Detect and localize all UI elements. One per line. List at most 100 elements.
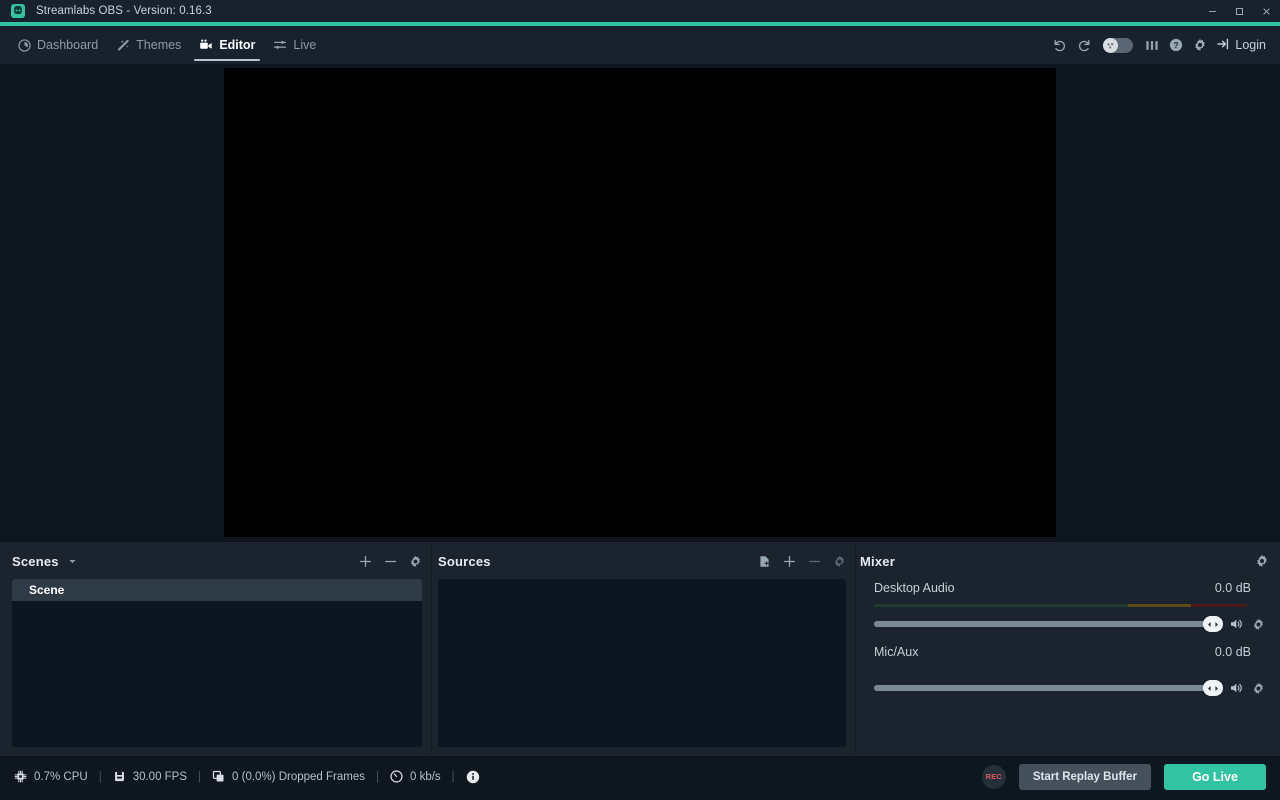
scenes-header: Scenes (12, 550, 422, 572)
status-actions: REC Start Replay Buffer Go Live (982, 764, 1266, 790)
channel-settings-icon[interactable] (1247, 618, 1269, 631)
svg-text:?: ? (1174, 40, 1179, 50)
disk-icon (113, 770, 126, 783)
maximize-icon[interactable] (1226, 0, 1253, 22)
add-scene-button[interactable] (359, 555, 372, 568)
sources-list[interactable] (438, 579, 846, 747)
mixer-header: Mixer (860, 550, 1269, 572)
nav-tab-themes[interactable]: Themes (107, 26, 190, 64)
avatar-toggle[interactable] (1103, 38, 1133, 53)
chevron-left-icon (1207, 685, 1212, 692)
mixer-channel-controls (874, 681, 1269, 695)
scenes-title: Scenes (12, 554, 59, 569)
dashboard-icon (18, 39, 31, 52)
scene-name: Scene (29, 583, 64, 597)
remove-scene-button[interactable] (384, 555, 397, 568)
add-source-button[interactable] (783, 555, 796, 568)
chevron-left-icon (1207, 621, 1212, 628)
login-button[interactable]: Login (1212, 26, 1272, 64)
volume-slider[interactable] (874, 621, 1219, 627)
mixer-channel-desktop-audio: Desktop Audio 0.0 dB (874, 581, 1269, 631)
nav-tab-live[interactable]: Live (264, 26, 325, 64)
redo-icon[interactable] (1072, 26, 1096, 64)
info-stat[interactable] (466, 770, 480, 784)
bitrate-stat: 0 kb/s (390, 770, 441, 783)
golive-label: Go Live (1192, 770, 1238, 784)
mixer-settings-button[interactable] (1255, 554, 1269, 568)
start-replay-buffer-button[interactable]: Start Replay Buffer (1019, 764, 1151, 790)
cpu-value: 0.7% CPU (34, 771, 88, 783)
undo-icon[interactable] (1048, 26, 1072, 64)
source-settings-button[interactable] (833, 555, 846, 568)
mixer-channel-header: Desktop Audio 0.0 dB (874, 581, 1269, 595)
bitrate-value: 0 kb/s (410, 771, 441, 783)
list-item[interactable]: Scene (12, 579, 422, 601)
preview-area (0, 64, 1280, 541)
record-button[interactable]: REC (982, 765, 1006, 789)
nav-tab-label: Dashboard (37, 38, 98, 52)
streamlabs-logo-icon (11, 4, 25, 18)
nav-tab-label: Themes (136, 38, 181, 52)
chevron-down-icon[interactable] (68, 557, 77, 566)
cpu-chip-icon (14, 770, 27, 783)
magic-wand-icon (116, 38, 130, 52)
minimize-icon[interactable] (1199, 0, 1226, 22)
stream-preview[interactable] (224, 68, 1056, 537)
video-camera-icon (199, 38, 213, 52)
avatar (1103, 38, 1118, 53)
fps-stat: 30.00 FPS (113, 770, 187, 783)
separator: | (376, 771, 379, 783)
speaker-icon[interactable] (1225, 681, 1247, 695)
nav-actions: ? Login (1048, 26, 1280, 64)
scenes-list[interactable]: Scene (12, 579, 422, 747)
chevron-right-icon (1214, 621, 1219, 628)
layout-columns-icon[interactable] (1140, 26, 1164, 64)
fps-value: 30.00 FPS (133, 771, 187, 783)
separator: | (99, 771, 102, 783)
mixer-channel-mic-aux: Mic/Aux 0.0 dB (874, 645, 1269, 695)
copy-frames-icon (212, 770, 225, 783)
gear-icon[interactable] (1188, 26, 1212, 64)
login-arrow-icon (1216, 37, 1230, 54)
scenes-panel: Scenes Scene (0, 542, 431, 756)
sources-tools (758, 555, 846, 568)
speaker-icon[interactable] (1225, 617, 1247, 631)
top-navigation-bar: Dashboard Themes (0, 26, 1280, 64)
mixer-title: Mixer (860, 554, 895, 569)
go-live-button[interactable]: Go Live (1164, 764, 1266, 790)
separator: | (452, 771, 455, 783)
sources-header: Sources (438, 550, 846, 572)
chevron-right-icon (1214, 685, 1219, 692)
login-label: Login (1235, 38, 1266, 52)
rec-label: REC (986, 772, 1002, 781)
window-controls (1199, 0, 1280, 22)
channel-name: Desktop Audio (874, 581, 955, 595)
nav-tab-dashboard[interactable]: Dashboard (9, 26, 107, 64)
help-circle-icon[interactable]: ? (1164, 26, 1188, 64)
close-icon[interactable] (1253, 0, 1280, 22)
volume-slider-knob[interactable] (1203, 680, 1223, 696)
info-icon[interactable] (466, 770, 480, 784)
replay-label: Start Replay Buffer (1033, 771, 1137, 783)
channel-settings-icon[interactable] (1247, 682, 1269, 695)
nav-tab-editor[interactable]: Editor (190, 26, 264, 64)
volume-meter (874, 604, 1247, 607)
cpu-stat: 0.7% CPU (14, 770, 88, 783)
mixer-panel: Mixer Desktop Audio 0.0 dB (855, 542, 1280, 756)
mixer-tools (1255, 554, 1269, 568)
nav-tab-label: Editor (219, 38, 255, 52)
dropped-frames-value: 0 (0.0%) Dropped Frames (232, 771, 365, 783)
nav-tabs: Dashboard Themes (0, 26, 325, 64)
scene-settings-button[interactable] (409, 555, 422, 568)
add-file-icon[interactable] (758, 555, 771, 568)
sliders-icon (273, 38, 287, 52)
remove-source-button[interactable] (808, 555, 821, 568)
window-title: Streamlabs OBS - Version: 0.16.3 (36, 5, 212, 17)
sources-panel: Sources (431, 542, 855, 756)
dropped-frames-stat: 0 (0.0%) Dropped Frames (212, 770, 365, 783)
bottom-panels: Scenes Scene (0, 541, 1280, 756)
nav-tab-label: Live (293, 38, 316, 52)
mixer-channel-header: Mic/Aux 0.0 dB (874, 645, 1269, 659)
volume-slider[interactable] (874, 685, 1219, 691)
volume-slider-knob[interactable] (1203, 616, 1223, 632)
